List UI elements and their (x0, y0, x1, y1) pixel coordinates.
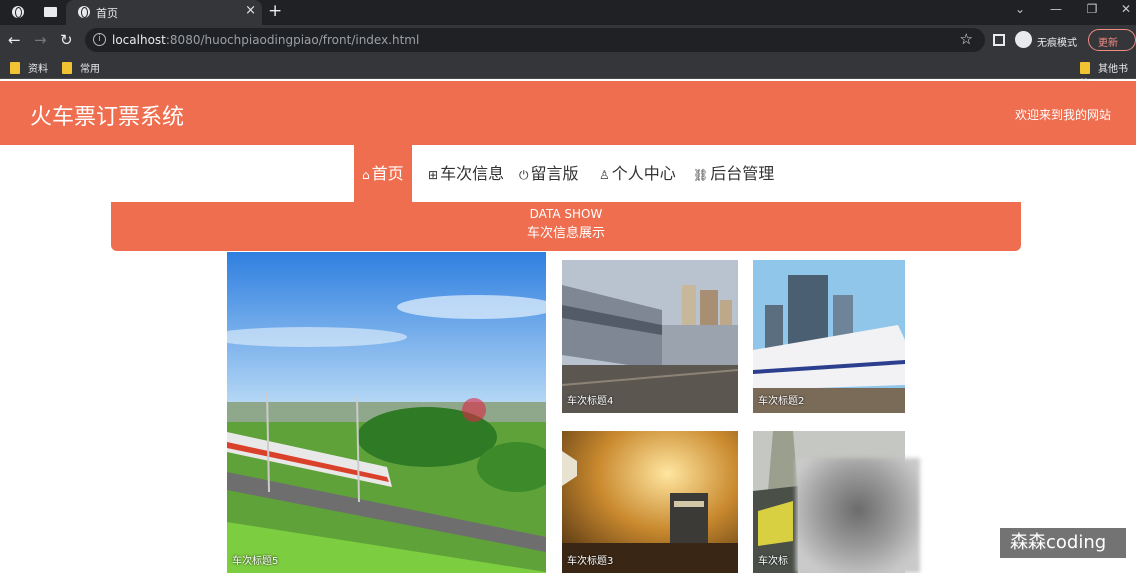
train-card[interactable]: 车次标题5 (227, 252, 546, 573)
window-close-icon[interactable]: ✕ (1116, 2, 1136, 16)
url-bar[interactable]: i localhost:8080/huochpiaodingpiao/front… (85, 28, 985, 52)
update-button[interactable]: 更新 (1088, 29, 1136, 51)
side-panel-icon[interactable] (993, 34, 1005, 46)
home-icon: ⌂ (362, 168, 370, 182)
url-text: localhost:8080/huochpiaodingpiao/front/i… (112, 33, 420, 47)
watermark: 森森coding (1000, 528, 1126, 558)
reload-icon[interactable]: ↻ (60, 31, 73, 49)
train-card[interactable]: 车次标题3 (562, 431, 738, 573)
mouse-cursor-highlight (462, 398, 486, 422)
browser-menu-icon[interactable] (10, 4, 26, 20)
folder-icon (1080, 62, 1090, 74)
folder-icon (62, 62, 72, 74)
tab-list-chevron-icon[interactable]: ⌄ (1010, 2, 1030, 16)
browser-tab-strip: 首页 × + ⌄ — ❐ ✕ (0, 0, 1136, 25)
data-show-banner: DATA SHOW 车次信息展示 (111, 202, 1021, 251)
link-icon: ⛓ (693, 168, 709, 182)
banner-cn-title: 车次信息展示 (526, 226, 605, 241)
main-nav: ⌂ 首页 ⊞ 车次信息 ⏻ 留言版 ♙ 个人中心 ⛓ 后台管理 (0, 145, 1136, 202)
folder-icon (10, 62, 20, 74)
bookmarks-bar: 资料 常用 其他书签 (0, 55, 1136, 90)
high-speed-train-image (227, 252, 546, 573)
incognito-icon[interactable] (1015, 31, 1032, 48)
train-card[interactable]: 车次标题2 (753, 260, 905, 413)
bookmark-star-icon[interactable]: ☆ (960, 30, 973, 48)
card-caption: 车次标 (758, 556, 788, 567)
restore-icon[interactable]: ❐ (1082, 2, 1102, 16)
site-info-icon[interactable]: i (93, 33, 106, 46)
tab-home[interactable]: 首页 × (66, 0, 262, 25)
nav-admin[interactable]: ⛓ 后台管理 (693, 145, 774, 202)
site-title: 火车票订票系统 (30, 105, 185, 130)
card-caption: 车次标题5 (232, 556, 279, 567)
banner-en-title: DATA SHOW (529, 207, 603, 221)
grid-icon: ⊞ (428, 168, 439, 182)
train-card[interactable]: 车次标题4 (562, 260, 738, 413)
minimize-icon[interactable]: — (1046, 2, 1066, 16)
nav-message-board[interactable]: ⏻ 留言版 (519, 145, 579, 202)
card-caption: 车次标题4 (567, 396, 614, 407)
nav-home[interactable]: ⌂ 首页 (354, 145, 412, 202)
city-train-image (753, 260, 905, 413)
tab-title: 首页 (96, 7, 118, 20)
new-tab-icon[interactable]: + (268, 1, 282, 21)
user-icon: ♙ (599, 168, 610, 182)
address-toolbar: ← → ↻ i localhost:8080/huochpiaodingpiao… (0, 25, 1136, 55)
bookmark-folder-ziliao[interactable]: 资料 (10, 60, 48, 75)
webcam-overlay (796, 458, 920, 573)
tab-search-icon[interactable] (42, 4, 58, 20)
nav-user-center[interactable]: ♙ 个人中心 (599, 145, 676, 202)
incognito-label: 无痕模式 (1037, 38, 1077, 49)
bookmark-folder-changyong[interactable]: 常用 (62, 60, 100, 75)
card-caption: 车次标题2 (758, 396, 805, 407)
welcome-text: 欢迎来到我的网站 (1014, 108, 1111, 122)
tab-close-icon[interactable]: × (245, 3, 256, 18)
power-icon: ⏻ (519, 168, 529, 182)
card-caption: 车次标题3 (567, 556, 614, 567)
back-icon[interactable]: ← (8, 31, 21, 49)
forward-icon[interactable]: → (34, 31, 47, 49)
commuter-train-image (562, 260, 738, 413)
site-header: 火车票订票系统 欢迎来到我的网站 (0, 81, 1136, 145)
page-favicon-icon (76, 4, 92, 20)
nav-train-info[interactable]: ⊞ 车次信息 (428, 145, 504, 202)
